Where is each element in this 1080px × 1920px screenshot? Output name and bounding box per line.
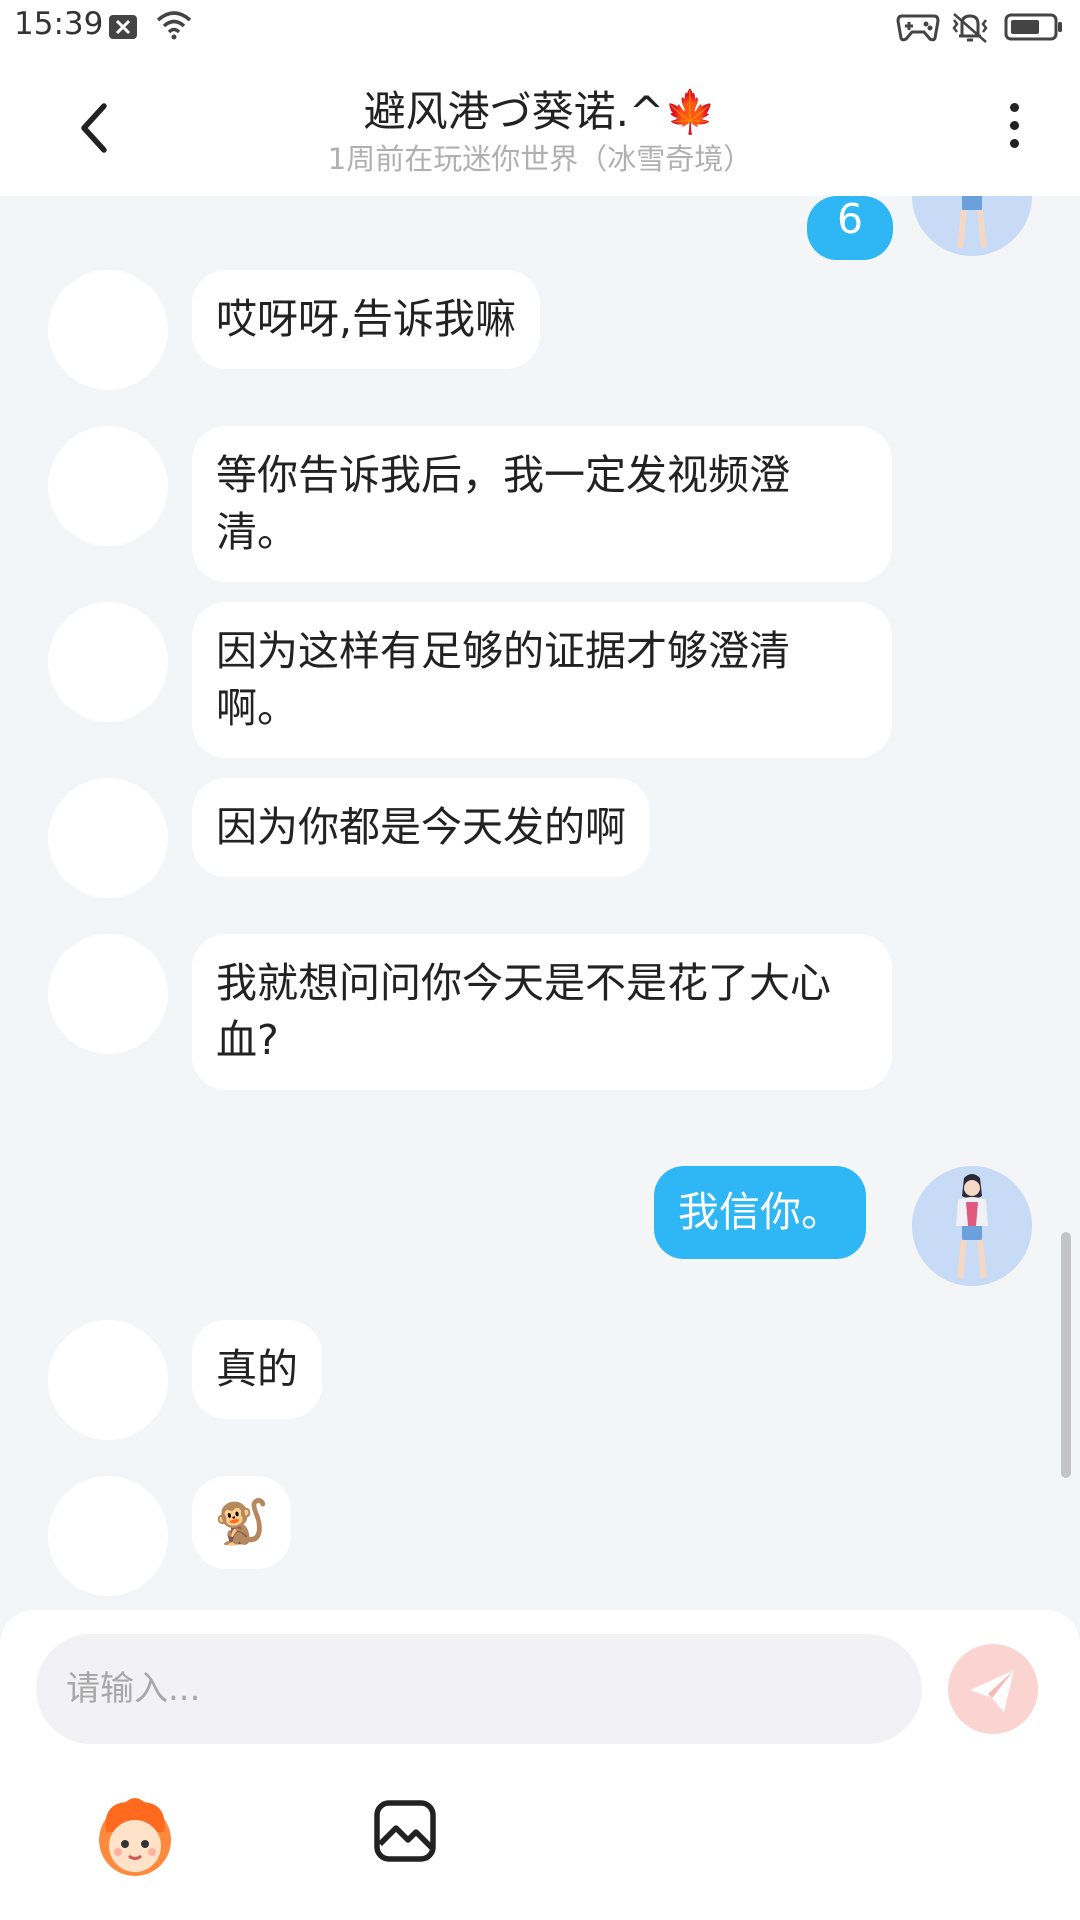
paper-plane-icon [970, 1670, 1014, 1712]
chat-title: 避风港づ葵诺.^🍁 [363, 87, 717, 136]
avatar[interactable] [48, 602, 168, 722]
mascot-face-icon[interactable] [92, 1792, 178, 1878]
send-button[interactable] [948, 1644, 1038, 1734]
status-time: 15:39 [14, 6, 104, 42]
notification-x-icon [109, 15, 137, 39]
avatar[interactable] [48, 270, 168, 390]
battery-icon [1004, 13, 1062, 41]
image-icon[interactable] [372, 1798, 438, 1864]
avatar[interactable] [912, 1166, 1032, 1286]
scrollbar[interactable] [1061, 1232, 1071, 1478]
input-panel [0, 1610, 1080, 1920]
message-list[interactable]: 6 哎呀呀,告诉我嘛 等你告诉我后，我一定发视频澄清。 因为这样有足够的证据才够… [0, 196, 1080, 1610]
message-bubble[interactable]: 真的 [192, 1320, 322, 1419]
message-input[interactable] [36, 1634, 922, 1744]
message-bubble-self[interactable]: 6 [807, 196, 894, 260]
gamepad-icon [896, 14, 940, 42]
chat-header: 避风港づ葵诺.^🍁 1周前在玩迷你世界（冰雪奇境） [0, 56, 1080, 196]
avatar[interactable] [48, 1320, 168, 1440]
avatar[interactable] [48, 778, 168, 898]
status-bar: 15:39 [0, 0, 1080, 56]
avatar[interactable] [912, 196, 1032, 256]
message-bubble[interactable]: 哎呀呀,告诉我嘛 [192, 270, 541, 369]
vibrate-icon [952, 13, 988, 43]
more-vertical-icon[interactable] [994, 98, 1034, 158]
message-bubble[interactable]: 等你告诉我后，我一定发视频澄清。 [192, 426, 892, 582]
message-bubble[interactable]: 因为你都是今天发的啊 [192, 778, 650, 877]
chat-status: 1周前在玩迷你世界（冰雪奇境） [327, 142, 753, 176]
message-bubble-emoji[interactable]: 🐒 [192, 1476, 291, 1569]
avatar-character-icon [912, 196, 1032, 256]
avatar-character-icon [912, 1166, 1032, 1286]
message-bubble[interactable]: 我就想问问你今天是不是花了大心血? [192, 934, 892, 1090]
avatar[interactable] [48, 934, 168, 1054]
avatar[interactable] [48, 426, 168, 546]
chat-screen: 15:39 避风港づ葵诺.^🍁 1周前在玩迷你世界（冰雪奇境） 6 哎呀呀,告诉… [0, 0, 1080, 1920]
wifi-icon [156, 11, 192, 40]
avatar[interactable] [48, 1476, 168, 1596]
message-bubble[interactable]: 因为这样有足够的证据才够澄清啊。 [192, 602, 892, 758]
message-bubble-self[interactable]: 我信你。 [654, 1166, 866, 1259]
